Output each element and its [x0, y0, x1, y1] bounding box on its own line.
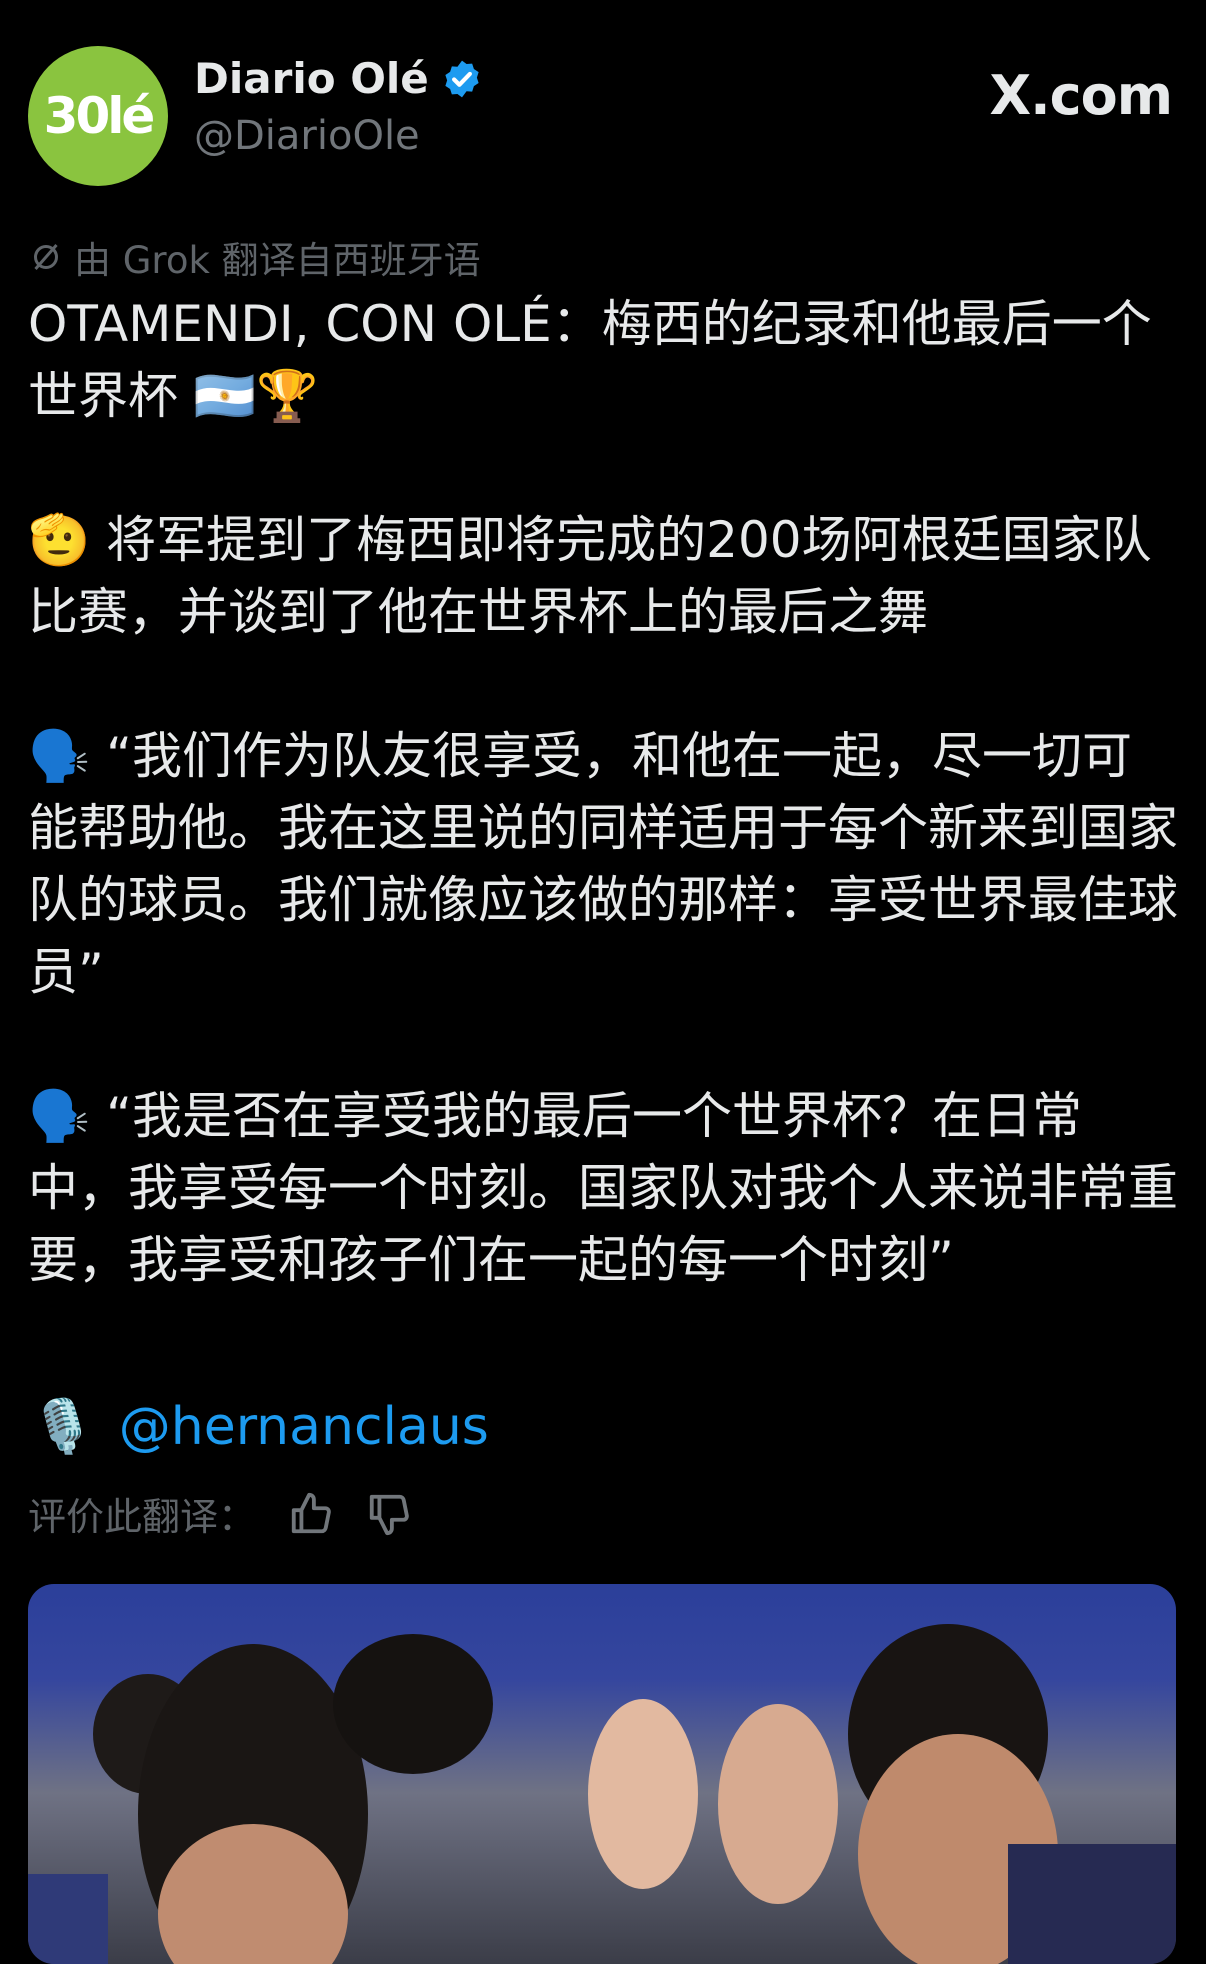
thumbs-up-icon[interactable]	[288, 1491, 334, 1537]
post-paragraph: 🗣️ “我是否在享受我的最后一个世界杯？在日常中，我享受每一个时刻。国家队对我个…	[28, 1087, 1178, 1289]
rate-translation-label: 评价此翻译：	[28, 1495, 257, 1539]
author-display-name[interactable]: Diario Olé	[194, 54, 483, 103]
post-paragraph: 🫡 将军提到了梅西即将完成的200场阿根廷国家队比赛，并谈到了他在世界杯上的最后…	[28, 511, 1152, 641]
microphone-icon: 🎙️	[30, 1397, 95, 1457]
post-image[interactable]	[28, 1584, 1176, 1964]
translation-notice-text: 由 Grok 翻译自西班牙语	[74, 239, 481, 282]
site-label: X.com	[989, 64, 1173, 127]
post-text: OTAMENDI, CON OLÉ：梅西的纪录和他最后一个世界杯 🇦🇷🏆 🫡 将…	[28, 288, 1178, 1296]
display-name-text[interactable]: Diario Olé	[194, 54, 429, 103]
mention-line: 🎙️ @hernanclaus	[30, 1396, 489, 1458]
post-paragraph: OTAMENDI, CON OLÉ：梅西的纪录和他最后一个世界杯 🇦🇷🏆	[28, 295, 1152, 425]
post-paragraph: 🗣️ “我们作为队友很享受，和他在一起，尽一切可能帮助他。我在这里说的同样适用于…	[28, 727, 1178, 1001]
players-photo	[28, 1624, 1176, 1964]
rate-translation: 评价此翻译：	[28, 1486, 412, 1541]
avatar[interactable]: 30lé	[28, 46, 168, 186]
translate-icon	[34, 244, 58, 270]
verified-badge-icon	[445, 60, 479, 97]
thumbs-down-icon[interactable]	[366, 1491, 412, 1537]
mention-link[interactable]: @hernanclaus	[119, 1397, 489, 1457]
author-names: Diario Olé @DiarioOle	[194, 54, 483, 159]
author-handle[interactable]: @DiarioOle	[194, 113, 483, 159]
post-header: 30lé Diario Olé @DiarioOle X.com	[28, 46, 1178, 186]
translation-notice: 由 Grok 翻译自西班牙语	[28, 230, 481, 284]
